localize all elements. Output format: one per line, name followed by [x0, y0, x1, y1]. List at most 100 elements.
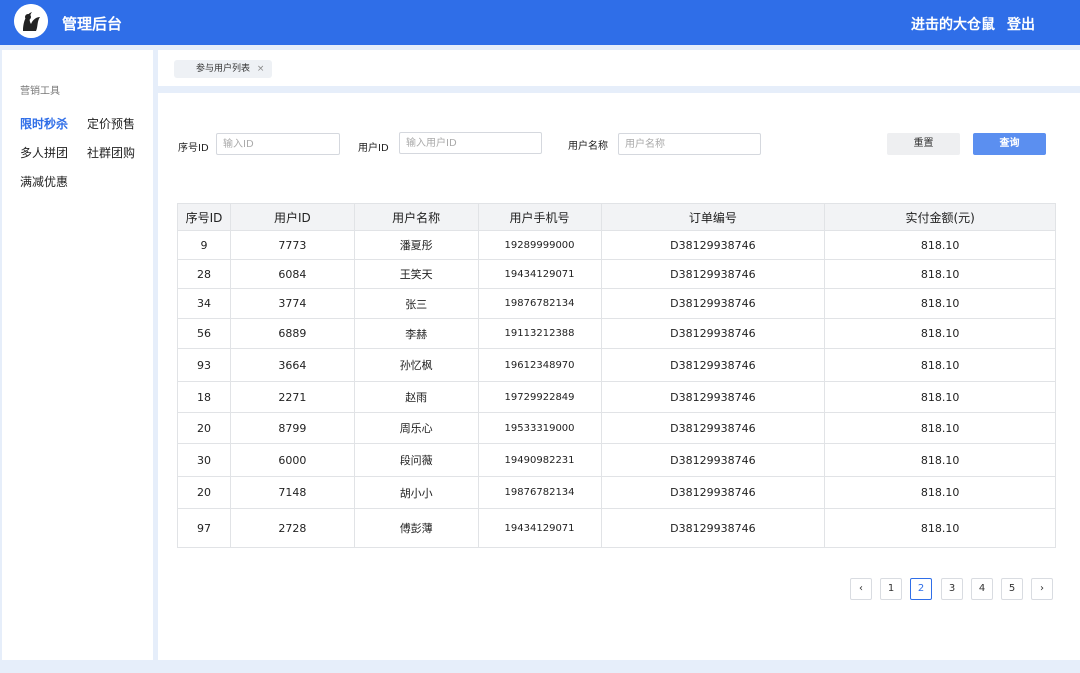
footer-strip — [0, 660, 1080, 673]
sidebar-section-title: 营销工具 — [20, 86, 60, 97]
page-button-3[interactable]: 3 — [941, 578, 963, 600]
table-row: 34 3774 张三 19876782134 D38129938746 818.10 — [177, 288, 1056, 319]
table-cell: 19876782134 — [477, 476, 602, 509]
table-header-row: 序号ID 用户ID 用户名称 用户手机号 订单编号 实付金额(元) — [177, 203, 1056, 231]
logout-button[interactable]: 登出 — [1007, 14, 1035, 34]
table-cell: 3774 — [229, 288, 355, 319]
table-cell: 18 — [177, 381, 231, 413]
page-button-4[interactable]: 4 — [971, 578, 993, 600]
table-cell: 6889 — [229, 318, 355, 349]
table-cell: D38129938746 — [600, 381, 826, 413]
table-cell: 56 — [177, 318, 231, 349]
tab-bar: 参与用户列表 × — [158, 50, 1080, 86]
table-cell: D38129938746 — [600, 288, 826, 319]
table-cell: 818.10 — [824, 318, 1056, 349]
column-header: 序号ID — [177, 203, 231, 231]
table-row: 20 7148 胡小小 19876782134 D38129938746 818.10 — [177, 476, 1056, 509]
sidebar-item-presale[interactable]: 定价预售 — [87, 115, 135, 132]
table-cell: 818.10 — [824, 381, 1056, 413]
table-cell: 28 — [177, 259, 231, 289]
table-cell: 王笑天 — [353, 259, 479, 289]
table-cell: 6084 — [229, 259, 355, 289]
table-cell: D38129938746 — [600, 508, 826, 548]
table-cell: 9 — [177, 230, 231, 260]
seq-id-input[interactable] — [216, 133, 340, 155]
participant-table: 序号ID 用户ID 用户名称 用户手机号 订单编号 实付金额(元) 9 7773 潘… — [177, 203, 1056, 548]
table-cell: 818.10 — [824, 259, 1056, 289]
sidebar-item-community-buy[interactable]: 社群团购 — [87, 144, 135, 161]
page-button-5[interactable]: 5 — [1001, 578, 1023, 600]
table-cell: 818.10 — [824, 230, 1056, 260]
table-cell: 2728 — [229, 508, 355, 548]
query-button[interactable]: 查询 — [973, 133, 1046, 155]
table-cell: 段问薇 — [353, 443, 479, 477]
table-cell: 19434129071 — [477, 508, 602, 548]
table-cell: D38129938746 — [600, 230, 826, 260]
seq-id-label: 序号ID — [178, 143, 209, 154]
user-id-input[interactable] — [399, 132, 542, 154]
table-cell: 19113212388 — [477, 318, 602, 349]
table-cell: 818.10 — [824, 288, 1056, 319]
table-cell: 19876782134 — [477, 288, 602, 319]
table-cell: 19533319000 — [477, 412, 602, 444]
table-row: 28 6084 王笑天 19434129071 D38129938746 818.10 — [177, 259, 1056, 289]
reset-button[interactable]: 重置 — [887, 133, 960, 155]
table-cell: 7773 — [229, 230, 355, 260]
table-cell: 818.10 — [824, 412, 1056, 444]
table-row: 20 8799 周乐心 19533319000 D38129938746 818.10 — [177, 412, 1056, 444]
table-cell: 19612348970 — [477, 348, 602, 382]
table-row: 9 7773 潘夏彤 19289999000 D38129938746 818.10 — [177, 230, 1056, 260]
tab-participant-list[interactable]: 参与用户列表 × — [174, 60, 273, 78]
table-cell: 孙忆枫 — [353, 348, 479, 382]
main-panel: 序号ID 用户ID 用户名称 重置 查询 序号ID 用户ID 用户名称 用户手机… — [158, 93, 1080, 660]
table-cell: 赵雨 — [353, 381, 479, 413]
table-cell: 潘夏彤 — [353, 230, 479, 260]
table-cell: 93 — [177, 348, 231, 382]
app-title: 管理后台 — [62, 15, 123, 33]
column-header: 用户ID — [229, 203, 355, 231]
table-cell: 6000 — [229, 443, 355, 477]
table-cell: 19434129071 — [477, 259, 602, 289]
chevron-right-icon[interactable]: › — [1031, 578, 1053, 600]
table-cell: 818.10 — [824, 508, 1056, 548]
table-cell: 20 — [177, 476, 231, 509]
table-cell: 20 — [177, 412, 231, 444]
table-cell: 30 — [177, 443, 231, 477]
brand-logo — [14, 4, 48, 38]
table-cell: 818.10 — [824, 348, 1056, 382]
page-button-1[interactable]: 1 — [880, 578, 902, 600]
table-body: 9 7773 潘夏彤 19289999000 D38129938746 818.10 28 6… — [177, 230, 1056, 548]
table-row: 97 2728 傅彭薄 19434129071 D38129938746 818.10 — [177, 508, 1056, 548]
sidebar-item-group-buy[interactable]: 多人拼团 — [20, 144, 68, 161]
table-cell: D38129938746 — [600, 412, 826, 444]
page-button-2[interactable]: 2 — [910, 578, 932, 600]
table-cell: 周乐心 — [353, 412, 479, 444]
table-cell: 7148 — [229, 476, 355, 509]
user-name-input[interactable] — [618, 133, 761, 155]
column-header: 用户名称 — [353, 203, 479, 231]
sidebar-item-flash-sale[interactable]: 限时秒杀 — [20, 115, 68, 132]
table-cell: D38129938746 — [600, 476, 826, 509]
table-cell: 胡小小 — [353, 476, 479, 509]
table-cell: 818.10 — [824, 443, 1056, 477]
table-cell: 818.10 — [824, 476, 1056, 509]
table-cell: 19490982231 — [477, 443, 602, 477]
table-row: 56 6889 李赫 19113212388 D38129938746 818.10 — [177, 318, 1056, 349]
table-cell: 97 — [177, 508, 231, 548]
table-cell: 19729922849 — [477, 381, 602, 413]
table-cell: 李赫 — [353, 318, 479, 349]
chevron-left-icon[interactable]: ‹ — [850, 578, 872, 600]
table-cell: 2271 — [229, 381, 355, 413]
table-row: 30 6000 段问薇 19490982231 D38129938746 818.10 — [177, 443, 1056, 477]
table-cell: 傅彭薄 — [353, 508, 479, 548]
user-name-label: 用户名称 — [568, 141, 608, 152]
table-cell: D38129938746 — [600, 259, 826, 289]
sidebar: 营销工具 限时秒杀 定价预售 多人拼团 社群团购 满减优惠 — [2, 50, 153, 660]
table-cell: 34 — [177, 288, 231, 319]
sidebar-item-discount[interactable]: 满减优惠 — [20, 173, 68, 190]
close-icon[interactable]: × — [257, 64, 265, 74]
table-cell: D38129938746 — [600, 318, 826, 349]
top-header: 管理后台 进击的大仓鼠 登出 — [0, 0, 1080, 45]
username: 进击的大仓鼠 — [911, 17, 995, 33]
column-header: 实付金额(元) — [824, 203, 1056, 231]
